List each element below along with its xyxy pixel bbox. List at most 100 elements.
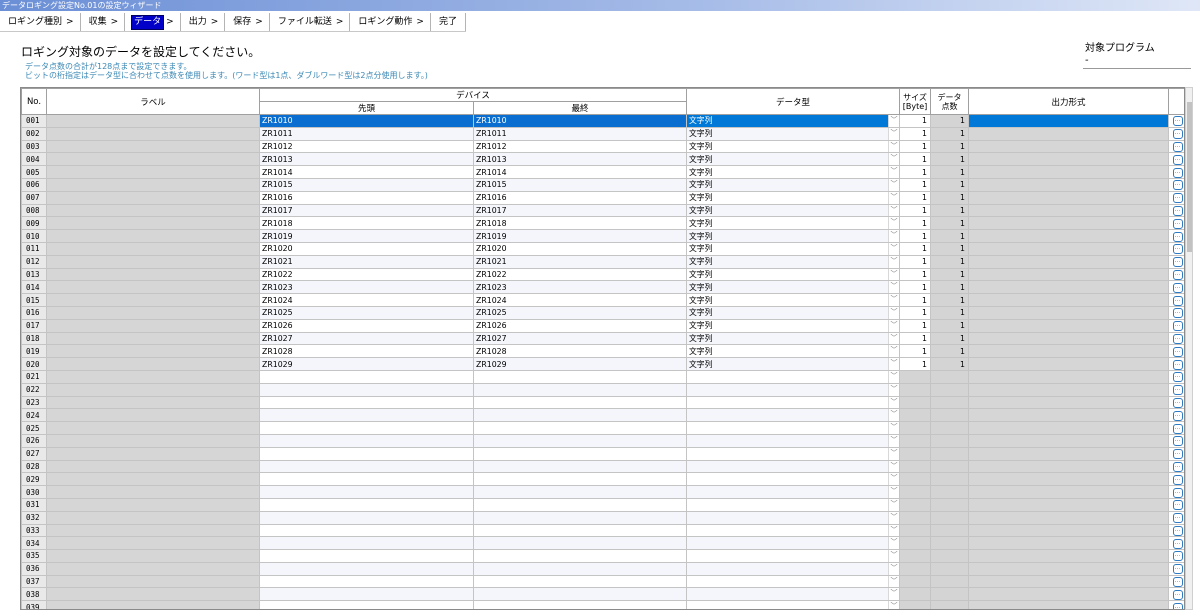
output-format-button-cell[interactable]: ... [1168, 510, 1184, 525]
data-type-cell[interactable]: 文字列 ﹀ [686, 216, 900, 231]
ellipsis-icon[interactable]: ... [1172, 308, 1183, 319]
chevron-down-icon[interactable]: ﹀ [888, 435, 899, 447]
table-row[interactable]: 013 ZR1022 ZR1022 文字列 ﹀ 1 1... [21, 267, 1184, 282]
chevron-down-icon[interactable]: ﹀ [888, 409, 899, 421]
chevron-down-icon[interactable]: ﹀ [888, 563, 899, 575]
data-type-cell[interactable]: 文字列 ﹀ [686, 318, 900, 333]
data-type-cell[interactable]: 文字列 ﹀ [686, 331, 900, 346]
table-row[interactable]: 004 ZR1013 ZR1013 文字列 ﹀ 1 1... [21, 152, 1184, 167]
device-end-cell[interactable] [473, 587, 687, 602]
device-end-cell[interactable]: ZR1019 [473, 229, 687, 243]
table-row[interactable]: 038 ﹀... [21, 587, 1184, 602]
ellipsis-icon[interactable]: ... [1172, 551, 1183, 562]
output-format-cell[interactable] [968, 165, 1169, 179]
chevron-down-icon[interactable]: ﹀ [888, 512, 899, 524]
label-cell[interactable] [46, 433, 260, 448]
chevron-down-icon[interactable]: ﹀ [888, 179, 899, 191]
label-cell[interactable] [46, 305, 260, 320]
ellipsis-icon[interactable]: ... [1172, 244, 1183, 255]
header-device-end[interactable]: 最終 [473, 101, 687, 115]
data-type-cell[interactable]: 文字列 ﹀ [686, 344, 900, 359]
chevron-down-icon[interactable]: ﹀ [888, 115, 899, 127]
ellipsis-icon[interactable]: ... [1172, 295, 1183, 306]
header-no[interactable]: No. [21, 88, 47, 115]
table-row[interactable]: 027 ﹀... [21, 446, 1184, 461]
device-start-cell[interactable]: ZR1012 [259, 139, 474, 154]
data-type-cell[interactable]: ﹀ [686, 574, 900, 589]
table-row[interactable]: 020 ZR1029 ZR1029 文字列 ﹀ 1 1... [21, 357, 1184, 371]
ellipsis-icon[interactable]: ... [1172, 359, 1183, 370]
output-format-cell[interactable] [968, 331, 1169, 346]
data-type-cell[interactable]: ﹀ [686, 408, 900, 423]
table-row[interactable]: 029 ﹀... [21, 472, 1184, 487]
label-cell[interactable] [46, 600, 260, 609]
chevron-down-icon[interactable]: ﹀ [888, 588, 899, 600]
ellipsis-icon[interactable]: ... [1172, 167, 1183, 178]
chevron-down-icon[interactable]: ﹀ [888, 333, 899, 344]
device-start-cell[interactable]: ZR1027 [259, 331, 474, 346]
scrollbar-thumb[interactable] [1187, 102, 1192, 252]
table-row[interactable]: 033 ﹀... [21, 523, 1184, 538]
device-end-cell[interactable] [473, 523, 687, 538]
device-end-cell[interactable] [473, 497, 687, 512]
chevron-down-icon[interactable]: ﹀ [888, 205, 899, 216]
output-format-button-cell[interactable]: ... [1168, 241, 1184, 256]
header-device[interactable]: デバイス [259, 88, 687, 102]
chevron-down-icon[interactable]: ﹀ [888, 269, 899, 280]
output-format-cell[interactable] [968, 408, 1169, 423]
label-cell[interactable] [46, 165, 260, 179]
output-format-cell[interactable] [968, 318, 1169, 333]
chevron-down-icon[interactable]: ﹀ [888, 384, 899, 396]
ellipsis-icon[interactable]: ... [1172, 282, 1183, 293]
device-start-cell[interactable] [259, 497, 474, 512]
table-row[interactable]: 003 ZR1012 ZR1012 文字列 ﹀ 1 1... [21, 139, 1184, 154]
device-start-cell[interactable]: ZR1028 [259, 344, 474, 359]
chevron-down-icon[interactable]: ﹀ [888, 307, 899, 319]
chevron-down-icon[interactable]: ﹀ [888, 345, 899, 357]
output-format-cell[interactable] [968, 267, 1169, 282]
label-cell[interactable] [46, 369, 260, 384]
device-end-cell[interactable] [473, 485, 687, 499]
label-cell[interactable] [46, 382, 260, 397]
ellipsis-icon[interactable]: ... [1172, 564, 1183, 575]
ellipsis-icon[interactable]: ... [1172, 474, 1183, 485]
device-end-cell[interactable]: ZR1014 [473, 165, 687, 179]
device-start-cell[interactable] [259, 446, 474, 461]
header-label[interactable]: ラベル [46, 88, 260, 115]
output-format-button-cell[interactable]: ... [1168, 254, 1184, 269]
table-row[interactable]: 032 ﹀... [21, 510, 1184, 525]
ellipsis-icon[interactable]: ... [1172, 449, 1183, 460]
device-start-cell[interactable]: ZR1023 [259, 280, 474, 295]
device-start-cell[interactable]: ZR1018 [259, 216, 474, 231]
output-format-cell[interactable] [968, 536, 1169, 551]
output-format-cell[interactable] [968, 177, 1169, 192]
table-row[interactable]: 030 ﹀... [21, 485, 1184, 499]
chevron-down-icon[interactable]: ﹀ [888, 486, 899, 498]
table-row[interactable]: 014 ZR1023 ZR1023 文字列 ﹀ 1 1... [21, 280, 1184, 295]
chevron-down-icon[interactable]: ﹀ [888, 397, 899, 408]
output-format-button-cell[interactable]: ... [1168, 126, 1184, 141]
label-cell[interactable] [46, 254, 260, 269]
device-start-cell[interactable] [259, 472, 474, 487]
output-format-button-cell[interactable]: ... [1168, 165, 1184, 179]
output-format-button-cell[interactable]: ... [1168, 523, 1184, 538]
data-type-cell[interactable]: ﹀ [686, 510, 900, 525]
data-type-cell[interactable]: ﹀ [686, 369, 900, 384]
table-row[interactable]: 006 ZR1015 ZR1015 文字列 ﹀ 1 1... [21, 177, 1184, 192]
output-format-button-cell[interactable]: ... [1168, 318, 1184, 333]
table-row[interactable]: 011 ZR1020 ZR1020 文字列 ﹀ 1 1... [21, 241, 1184, 256]
device-end-cell[interactable] [473, 395, 687, 410]
device-start-cell[interactable]: ZR1010 [259, 114, 474, 128]
output-format-cell[interactable] [968, 523, 1169, 538]
data-type-cell[interactable]: ﹀ [686, 561, 900, 576]
table-row[interactable]: 039 ﹀... [21, 600, 1184, 609]
data-type-cell[interactable]: 文字列 ﹀ [686, 177, 900, 192]
device-start-cell[interactable]: ZR1016 [259, 190, 474, 205]
device-start-cell[interactable]: ZR1015 [259, 177, 474, 192]
ellipsis-icon[interactable]: ... [1172, 129, 1183, 140]
device-end-cell[interactable]: ZR1023 [473, 280, 687, 295]
output-format-button-cell[interactable]: ... [1168, 421, 1184, 435]
output-format-button-cell[interactable]: ... [1168, 485, 1184, 499]
wizard-step-1[interactable]: ロギング種別 > [0, 13, 81, 31]
table-row[interactable]: 002 ZR1011 ZR1011 文字列 ﹀ 1 1... [21, 126, 1184, 141]
